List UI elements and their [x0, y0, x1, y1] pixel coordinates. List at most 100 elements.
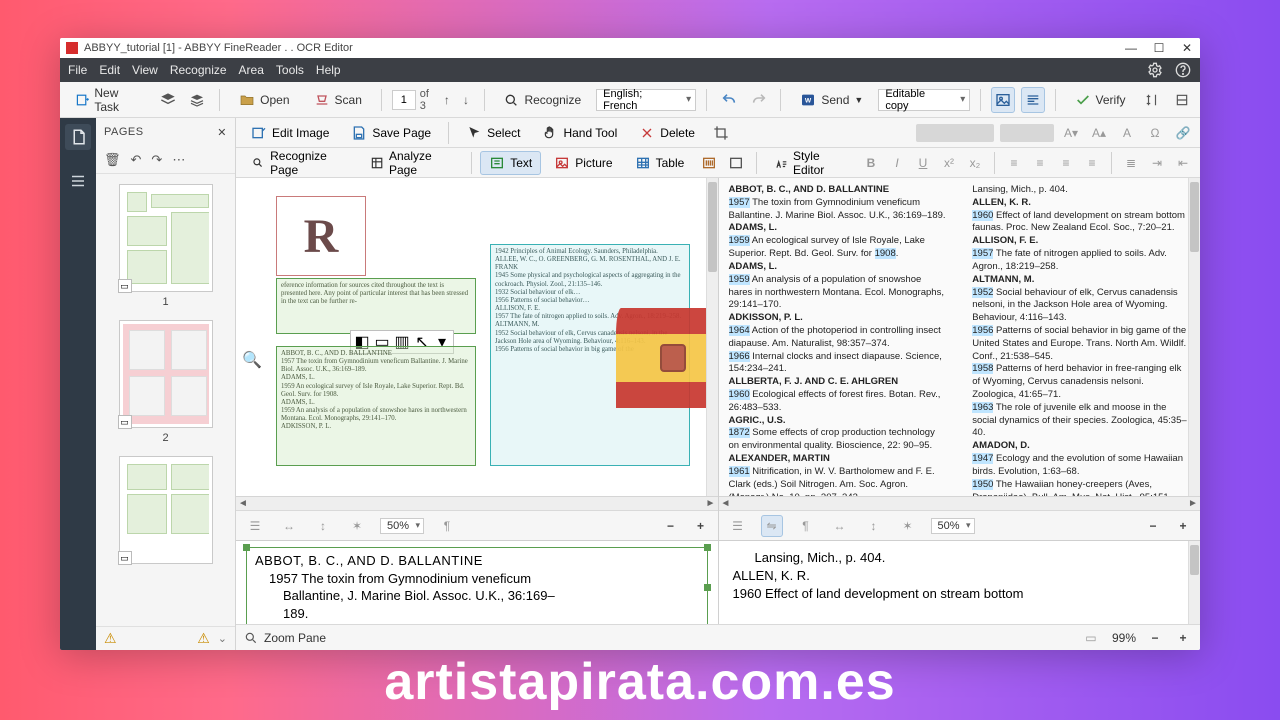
close-button[interactable]: ✕ [1180, 41, 1194, 55]
omega-icon[interactable]: Ω [1144, 122, 1166, 144]
save-page-button[interactable]: Save Page [342, 121, 440, 145]
fit-height2-icon[interactable]: ↕ [863, 515, 885, 537]
pages-foot-expand-icon[interactable]: ⌄ [218, 632, 227, 645]
scan-button[interactable]: Scan [305, 87, 371, 113]
pilcrow-icon[interactable]: ¶ [795, 515, 817, 537]
menu-area[interactable]: Area [239, 63, 264, 77]
rotate-left-icon[interactable]: ↶ [131, 152, 142, 168]
redo-icon[interactable] [747, 87, 771, 113]
font-reset-icon[interactable]: A [1116, 122, 1138, 144]
link-icon[interactable]: 🔗 [1172, 122, 1194, 144]
font-decrease-icon[interactable]: A▾ [1060, 122, 1082, 144]
align-center-icon[interactable]: ≡ [1029, 152, 1051, 174]
compare-view-icon[interactable]: ⇋ [761, 515, 783, 537]
pages-close-icon[interactable]: ✕ [217, 126, 227, 139]
new-task-button[interactable]: New Task [66, 81, 150, 119]
analyze-page-button[interactable]: Analyze Page [361, 145, 463, 181]
picture-area-button[interactable]: Picture [545, 151, 621, 175]
view-list-icon[interactable]: ☰ [244, 515, 266, 537]
recognize-page-button[interactable]: Recognize Page [242, 145, 357, 181]
language-dropdown[interactable]: English; French [596, 89, 696, 111]
zoom-image-pane[interactable]: ABBOT, B. C., AND D. BALLANTINE 1957 The… [236, 541, 719, 624]
status-zoom-out[interactable]: − [1146, 629, 1164, 647]
status-zoom-dropdown[interactable]: 99% [1112, 631, 1136, 645]
align-right-icon[interactable]: ≡ [1055, 152, 1077, 174]
image-zoom-out[interactable]: − [662, 517, 680, 535]
background-area-icon[interactable] [725, 150, 748, 176]
tool-misc-2-icon[interactable] [1170, 87, 1194, 113]
align-left-icon[interactable]: ≡ [1003, 152, 1025, 174]
view-list2-icon[interactable]: ☰ [727, 515, 749, 537]
indent-icon[interactable]: ⇥ [1146, 152, 1168, 174]
warning-icon-2[interactable]: ⚠ [197, 630, 210, 647]
font-increase-icon[interactable]: A▴ [1088, 122, 1110, 144]
fit-width2-icon[interactable]: ↔ [829, 515, 851, 537]
help-icon[interactable] [1174, 61, 1192, 79]
settings-icon[interactable] [1146, 61, 1164, 79]
text-zoom-out[interactable]: − [1144, 517, 1162, 535]
dropcap-region[interactable]: R [276, 196, 366, 276]
fit-width-icon[interactable]: ↔ [278, 515, 300, 537]
text-region-1[interactable]: eference information for sources cited t… [276, 278, 476, 334]
status-layout-icon[interactable]: ▭ [1080, 627, 1102, 649]
delete-area-button[interactable]: Delete [630, 121, 704, 145]
undo-icon[interactable] [717, 87, 741, 113]
image-canvas[interactable]: R eference information for sources cited… [236, 178, 718, 496]
output-format-dropdown[interactable]: Editable copy [878, 89, 970, 111]
select-tool[interactable]: Select [457, 121, 529, 145]
zoom-text-region[interactable]: ABBOT, B. C., AND D. BALLANTINE 1957 The… [246, 547, 708, 624]
barcode-area-icon[interactable] [697, 150, 720, 176]
italic-icon[interactable]: I [886, 152, 908, 174]
font-name-box[interactable] [916, 124, 994, 142]
align-justify-icon[interactable]: ≡ [1081, 152, 1103, 174]
hand-tool[interactable]: Hand Tool [533, 121, 626, 145]
layout-text-icon[interactable] [1021, 87, 1045, 113]
pages-strip-icon[interactable] [65, 124, 91, 150]
verify-button[interactable]: Verify [1066, 87, 1135, 113]
fit-page-icon[interactable]: ✶ [346, 515, 368, 537]
zoom-text-pane[interactable]: Lansing, Mich., p. 404. ALLEN, K. R. 196… [719, 541, 1201, 624]
pages-more-icon[interactable]: ⋯ [172, 152, 185, 168]
layout-image-icon[interactable] [991, 87, 1015, 113]
zoom-cursor-icon[interactable]: 🔍 [242, 350, 262, 370]
tool-misc-1-icon[interactable] [1141, 87, 1165, 113]
menu-view[interactable]: View [132, 63, 158, 77]
warning-icon[interactable]: ⚠ [104, 630, 117, 647]
subscript-icon[interactable]: x₂ [964, 152, 986, 174]
image-zoom-in[interactable]: + [692, 517, 710, 535]
layers-icon[interactable] [156, 87, 180, 113]
menu-tools[interactable]: Tools [276, 63, 304, 77]
show-marks-icon[interactable]: ¶ [436, 515, 458, 537]
font-size-box[interactable] [1000, 124, 1054, 142]
text-region-2[interactable]: ABBOT, B. C., AND D. BALLANTINE 1957 The… [276, 346, 476, 466]
outdent-icon[interactable]: ⇤ [1172, 152, 1194, 174]
menu-help[interactable]: Help [316, 63, 341, 77]
text-hscrollbar[interactable]: ◄► [719, 496, 1201, 510]
menu-recognize[interactable]: Recognize [170, 63, 227, 77]
list-icon[interactable]: ≣ [1120, 152, 1142, 174]
superscript-icon[interactable]: x² [938, 152, 960, 174]
text-region-3[interactable]: 1942 Principles of Animal Ecology. Saund… [490, 244, 690, 466]
minimize-button[interactable]: — [1124, 41, 1138, 55]
edit-image-button[interactable]: Edit Image [242, 121, 338, 145]
text-zoom-in[interactable]: + [1174, 517, 1192, 535]
thumbnail-3[interactable]: ▭ [119, 456, 213, 564]
image-hscrollbar[interactable]: ◄► [236, 496, 718, 510]
menu-file[interactable]: File [68, 63, 87, 77]
page-up-icon[interactable]: ↑ [439, 91, 454, 109]
send-button[interactable]: W Send ▼ [791, 87, 872, 113]
zoom-text-vscrollbar[interactable] [1188, 541, 1200, 624]
text-area-button[interactable]: Text [480, 151, 541, 175]
text-canvas[interactable]: ABBOT, B. C., AND D. BALLANTINE1957 The … [719, 178, 1201, 496]
list-strip-icon[interactable] [65, 168, 91, 194]
menu-edit[interactable]: Edit [99, 63, 120, 77]
text-zoom-dropdown[interactable]: 50% [931, 518, 975, 534]
image-zoom-dropdown[interactable]: 50% [380, 518, 424, 534]
style-editor-button[interactable]: Style Editor [765, 145, 856, 181]
zoom-pane-toggle[interactable]: Zoom Pane [244, 631, 326, 645]
delete-page-icon[interactable]: 🗑 [104, 152, 121, 168]
rotate-right-icon[interactable]: ↷ [151, 152, 162, 168]
open-button[interactable]: Open [230, 87, 298, 113]
thumbnail-1[interactable]: ▭ [119, 184, 213, 292]
recognize-button[interactable]: Recognize [494, 87, 590, 113]
